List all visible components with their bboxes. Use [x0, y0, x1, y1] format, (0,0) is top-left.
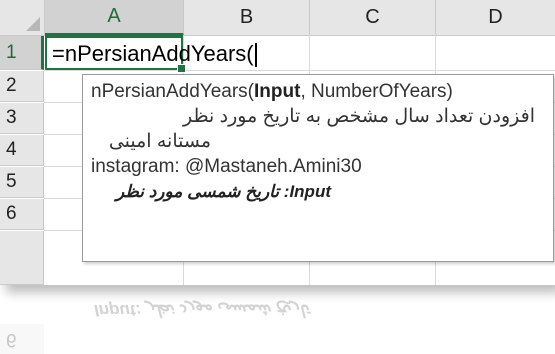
formula-text: =nPersianAddYears( — [52, 41, 254, 66]
signature-prefix: nPersianAddYears( — [91, 81, 255, 102]
reflection-content: 6 Input: تاریخ شمسی مورد نظر — [0, 290, 555, 354]
function-description: افزودن تعداد سال مشخص به تاریخ مورد نظر — [182, 106, 535, 127]
reflection-row-label: 6 — [6, 329, 17, 350]
function-author: مستانه امینی — [108, 131, 211, 152]
row-header-1[interactable]: 1 — [0, 36, 44, 70]
row-header-blank — [0, 231, 44, 285]
function-tooltip: nPersianAddYears(Input, NumberOfYears) ا… — [82, 74, 554, 262]
column-header-d[interactable]: D — [436, 0, 555, 36]
signature-suffix: , NumberOfYears) — [300, 81, 453, 102]
select-all-button[interactable] — [0, 0, 45, 36]
parameter-help: Input: تاریخ شمسی مورد نظر — [115, 182, 331, 201]
row-header-2[interactable]: 2 — [0, 71, 44, 102]
row-header-3[interactable]: 3 — [0, 103, 44, 134]
column-header-b[interactable]: B — [184, 0, 310, 36]
column-header-a[interactable]: A — [45, 0, 184, 36]
row-header-5[interactable]: 5 — [0, 167, 44, 198]
function-instagram: instagram: @Mastaneh.Amini30 — [91, 156, 362, 177]
text-cursor — [254, 43, 257, 68]
reflection-row-header: 6 — [0, 324, 44, 354]
cell-formula-editor[interactable]: =nPersianAddYears( — [52, 37, 257, 71]
sheet-reflection: 6 Input: تاریخ شمسی مورد نظر — [0, 290, 555, 354]
row-header-6[interactable]: 6 — [0, 199, 44, 230]
row-header-4[interactable]: 4 — [0, 135, 44, 166]
reflection-param-help: Input: تاریخ شمسی مورد نظر — [94, 301, 310, 320]
function-signature[interactable]: nPersianAddYears(Input, NumberOfYears) — [91, 79, 545, 104]
signature-current-param: Input — [254, 81, 301, 102]
select-all-triangle-icon — [26, 17, 40, 31]
spreadsheet-grid: A B C D 1 2 3 4 5 6 =nPersianAddYears( n… — [0, 0, 555, 285]
column-header-c[interactable]: C — [310, 0, 436, 36]
